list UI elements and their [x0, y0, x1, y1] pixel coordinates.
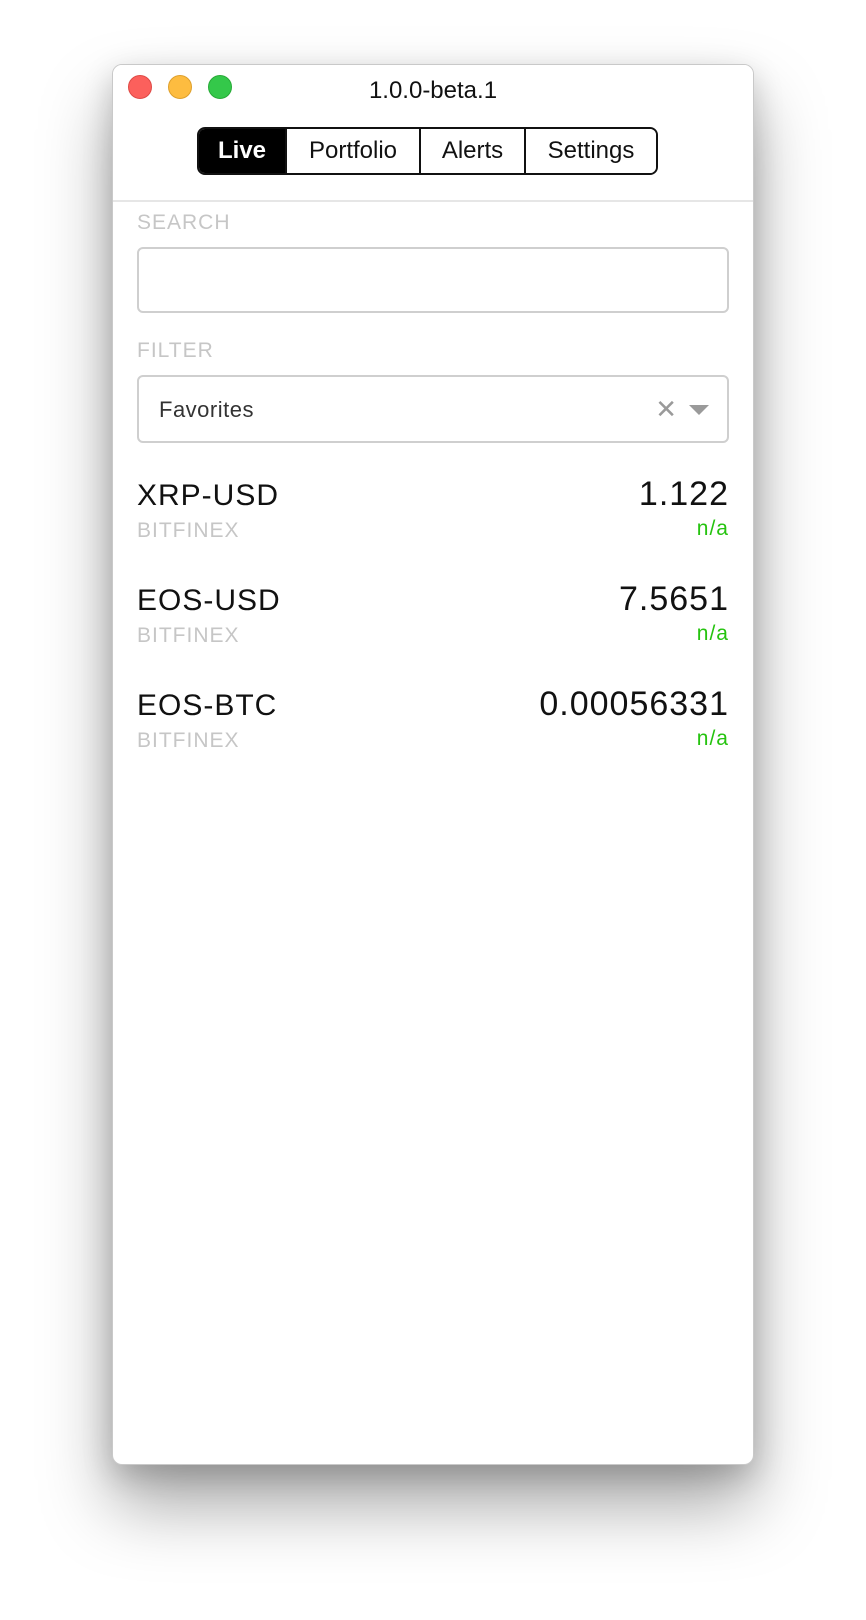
filter-label: FILTER: [137, 339, 214, 362]
ticker-pair: EOS-USD: [137, 584, 281, 617]
ticker-change: n/a: [696, 622, 729, 645]
filter-selected-value: Favorites: [159, 397, 254, 422]
close-icon[interactable]: ✕: [655, 396, 677, 422]
tab-settings[interactable]: Settings: [526, 129, 656, 173]
title-bar: 1.0.0-beta.1 Live Portfolio Alerts Setti…: [113, 65, 753, 202]
ticker-change: n/a: [696, 727, 729, 750]
ticker-row[interactable]: XRP-USD BITFINEX 1.122 n/a: [137, 471, 729, 551]
ticker-change: n/a: [696, 517, 729, 540]
app-window: 1.0.0-beta.1 Live Portfolio Alerts Setti…: [112, 64, 754, 1465]
search-input[interactable]: [137, 247, 729, 313]
ticker-exchange: BITFINEX: [137, 624, 240, 647]
ticker-price: 1.122: [638, 475, 729, 513]
ticker-row[interactable]: EOS-BTC BITFINEX 0.00056331 n/a: [137, 681, 729, 761]
ticker-price: 7.5651: [619, 580, 729, 618]
ticker-price: 0.00056331: [539, 685, 729, 723]
ticker-pair: XRP-USD: [137, 479, 280, 512]
chevron-down-icon[interactable]: [689, 405, 709, 415]
ticker-row[interactable]: EOS-USD BITFINEX 7.5651 n/a: [137, 576, 729, 656]
tab-portfolio[interactable]: Portfolio: [287, 129, 421, 173]
tab-bar: Live Portfolio Alerts Settings: [197, 127, 658, 175]
ticker-exchange: BITFINEX: [137, 729, 240, 752]
filter-select[interactable]: Favorites ✕: [137, 375, 729, 443]
ticker-pair: EOS-BTC: [137, 689, 278, 722]
window-title: 1.0.0-beta.1: [368, 77, 498, 104]
tab-live[interactable]: Live: [199, 129, 287, 173]
search-label: SEARCH: [137, 211, 231, 234]
tab-alerts[interactable]: Alerts: [421, 129, 526, 173]
ticker-exchange: BITFINEX: [137, 519, 240, 542]
